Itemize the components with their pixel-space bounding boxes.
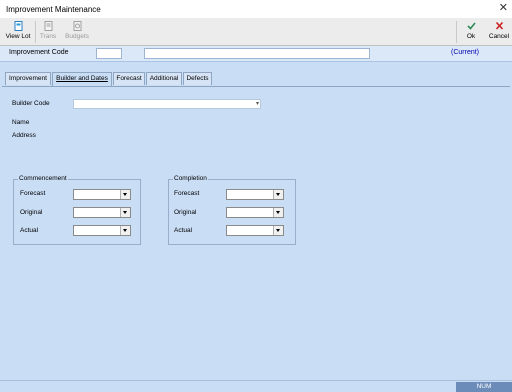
cancel-button[interactable]: Cancel: [486, 20, 512, 44]
commencement-title: Commencement: [18, 175, 68, 182]
builder-address-label: Address: [12, 132, 36, 139]
tab-label: Forecast: [116, 75, 142, 82]
builder-code-label: Builder Code: [12, 100, 50, 107]
completion-forecast-date[interactable]: [226, 189, 284, 200]
window-title: Improvement Maintenance: [6, 5, 101, 14]
dropdown-arrow-icon[interactable]: [120, 190, 130, 199]
budgets-button[interactable]: Budgets: [62, 20, 92, 44]
transaction-icon: [44, 21, 52, 31]
builder-code-combo[interactable]: ▾: [73, 99, 261, 109]
completion-title: Completion: [173, 175, 208, 182]
commencement-original-date[interactable]: [73, 207, 131, 218]
tab-defects[interactable]: Defects: [183, 72, 212, 85]
tab-strip: Improvement Builder and Dates Forecast A…: [0, 72, 512, 86]
completion-actual-date[interactable]: [226, 225, 284, 236]
tab-additional[interactable]: Additional: [146, 72, 182, 85]
completion-original-date[interactable]: [226, 207, 284, 218]
checkmark-icon: [466, 22, 476, 30]
dropdown-arrow-icon[interactable]: [273, 226, 283, 235]
ok-label: Ok: [466, 33, 476, 40]
tab-label: Defects: [186, 75, 209, 82]
budgets-label: Budgets: [65, 33, 89, 40]
commencement-actual-label: Actual: [20, 227, 39, 234]
ok-button[interactable]: Ok: [459, 20, 483, 44]
dropdown-arrow-icon[interactable]: [120, 208, 130, 217]
status-bar: NUM: [0, 380, 512, 392]
dropdown-arrow-icon[interactable]: [273, 208, 283, 217]
chevron-down-icon[interactable]: ▾: [256, 100, 259, 108]
commencement-actual-date[interactable]: [73, 225, 131, 236]
improvement-code-label: Improvement Code: [9, 49, 69, 56]
toolbar: View Lot Trans Budgets Ok Cancel: [0, 18, 512, 46]
view-lot-label: View Lot: [5, 33, 31, 40]
close-icon[interactable]: ✕: [499, 3, 508, 14]
completion-original-label: Original: [174, 209, 197, 216]
toolbar-separator: [456, 21, 457, 43]
cancel-label: Cancel: [488, 33, 510, 40]
tab-label: Additional: [149, 75, 179, 82]
completion-forecast-label: Forecast: [174, 190, 200, 197]
budget-icon: [73, 21, 81, 31]
commencement-original-label: Original: [20, 209, 43, 216]
view-lot-button[interactable]: View Lot: [3, 20, 33, 44]
trans-button[interactable]: Trans: [37, 20, 59, 44]
dropdown-arrow-icon[interactable]: [273, 190, 283, 199]
commencement-forecast-label: Forecast: [20, 190, 46, 197]
tab-label: Improvement: [9, 75, 47, 82]
builder-name-label: Name: [12, 119, 30, 126]
toolbar-separator: [35, 21, 36, 43]
completion-actual-label: Actual: [174, 227, 193, 234]
tab-improvement[interactable]: Improvement: [5, 72, 51, 85]
status-text: (Current): [451, 49, 480, 56]
title-bar: Improvement Maintenance ✕: [0, 0, 512, 18]
tab-panel-border: [2, 86, 510, 87]
trans-label: Trans: [39, 33, 57, 40]
tab-forecast[interactable]: Forecast: [113, 72, 145, 85]
improvement-code-input[interactable]: [96, 48, 122, 59]
cancel-x-icon: [495, 21, 503, 30]
document-icon: [14, 21, 22, 31]
tab-label: Builder and Dates: [56, 75, 108, 82]
improvement-description-input[interactable]: [144, 48, 370, 59]
commencement-forecast-date[interactable]: [73, 189, 131, 200]
improvement-code-bar: Improvement Code (Current): [0, 46, 512, 62]
dropdown-arrow-icon[interactable]: [120, 226, 130, 235]
tab-builder-and-dates[interactable]: Builder and Dates: [52, 72, 112, 86]
